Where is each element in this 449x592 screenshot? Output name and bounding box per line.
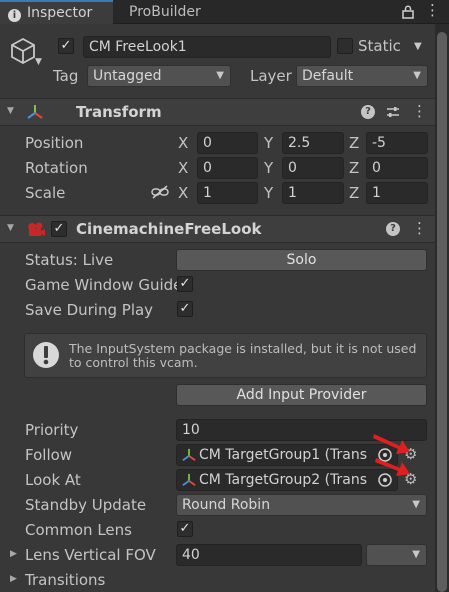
look-at-label: Look At: [25, 471, 81, 489]
kebab-menu-icon[interactable]: ⋮: [425, 1, 440, 19]
status-label: Status: Live: [25, 251, 114, 269]
save-during-play-label: Save During Play: [25, 301, 154, 319]
info-icon: i: [8, 9, 21, 22]
cinemachine-camera-icon: [28, 222, 45, 236]
annotation-arrows-icon: [373, 434, 410, 476]
tab-probuilder-label: ProBuilder: [129, 4, 201, 20]
scale-y-axis-label[interactable]: Y: [264, 184, 273, 202]
scale-x-field[interactable]: 1: [197, 182, 258, 204]
lens-fov-field[interactable]: 40: [176, 544, 362, 566]
transitions-label[interactable]: Transitions: [25, 571, 105, 589]
save-during-play-checkbox[interactable]: ✓: [177, 301, 193, 317]
tab-inspector[interactable]: i Inspector: [0, 0, 113, 24]
lens-fov-label: Lens Vertical FOV: [25, 546, 156, 564]
add-input-provider-button[interactable]: Add Input Provider: [176, 384, 427, 406]
follow-object-field[interactable]: CM TargetGroup1 (Trans: [176, 444, 398, 466]
position-label: Position: [25, 134, 84, 152]
foldout-expanded-icon[interactable]: ▼: [7, 106, 14, 116]
rotation-z-axis-label[interactable]: Z: [349, 159, 359, 177]
foldout-collapsed-icon[interactable]: ▶: [10, 574, 17, 584]
chevron-down-icon: ▼: [413, 70, 421, 81]
tag-dropdown[interactable]: Untagged ▼: [87, 65, 231, 87]
position-y-field[interactable]: 2.5: [282, 132, 344, 154]
scale-z-axis-label[interactable]: Z: [349, 184, 359, 202]
common-lens-label: Common Lens: [25, 521, 132, 539]
layer-label: Layer: [250, 67, 292, 85]
position-x-field[interactable]: 0: [197, 132, 258, 154]
foldout-expanded-icon[interactable]: ▼: [7, 223, 14, 233]
scale-y-field[interactable]: 1: [282, 182, 344, 204]
help-icon[interactable]: ?: [386, 222, 400, 236]
tab-bar: i Inspector ProBuilder ⋮: [0, 0, 449, 24]
follow-label: Follow: [25, 446, 73, 464]
rotation-z-field[interactable]: 0: [366, 157, 428, 179]
constrain-proportions-link-icon[interactable]: [151, 184, 169, 200]
game-window-guide-checkbox[interactable]: ✓: [177, 276, 193, 292]
static-label: Static: [358, 37, 401, 55]
layer-value: Default: [302, 68, 354, 84]
look-at-object-field[interactable]: CM TargetGroup2 (Trans: [176, 469, 398, 491]
lock-icon[interactable]: [401, 5, 415, 19]
tab-inspector-label: Inspector: [27, 5, 93, 21]
layer-dropdown[interactable]: Default ▼: [296, 65, 428, 87]
transform-title: Transform: [76, 103, 162, 121]
priority-label: Priority: [25, 421, 79, 439]
info-message-icon: [33, 342, 59, 368]
rotation-label: Rotation: [25, 159, 88, 177]
help-icon[interactable]: ?: [361, 105, 375, 119]
transform-axes-icon: [182, 473, 196, 486]
position-x-axis-label[interactable]: X: [178, 134, 188, 152]
position-z-axis-label[interactable]: Z: [349, 134, 359, 152]
rotation-y-axis-label[interactable]: Y: [264, 159, 273, 177]
active-checkbox[interactable]: ✓: [58, 38, 74, 54]
chevron-down-icon: ▼: [216, 70, 224, 81]
tab-probuilder[interactable]: ProBuilder: [118, 0, 228, 24]
rotation-x-axis-label[interactable]: X: [178, 159, 188, 177]
position-z-field[interactable]: -5: [366, 132, 428, 154]
tag-value: Untagged: [93, 68, 162, 84]
foldout-collapsed-icon[interactable]: ▶: [10, 549, 17, 559]
transform-axes-icon: [27, 105, 43, 119]
icon-dropdown-arrow-icon[interactable]: ▼: [35, 57, 42, 67]
freelook-title: CinemachineFreeLook: [76, 220, 262, 238]
component-menu-icon[interactable]: ⋮: [412, 102, 427, 120]
gameobject-cube-icon: [11, 37, 35, 65]
component-menu-icon[interactable]: ⋮: [412, 219, 427, 237]
standby-update-dropdown[interactable]: Round Robin ▼: [176, 494, 427, 516]
chevron-down-icon: ▼: [412, 499, 420, 510]
static-checkbox[interactable]: [337, 38, 353, 54]
solo-button[interactable]: Solo: [176, 249, 427, 271]
object-name-field[interactable]: CM FreeLook1: [83, 36, 331, 58]
scale-label: Scale: [25, 184, 66, 202]
rotation-x-field[interactable]: 0: [197, 157, 258, 179]
help-box-message: The InputSystem package is installed, bu…: [69, 341, 417, 370]
transform-axes-icon: [182, 448, 196, 461]
rotation-y-field[interactable]: 0: [282, 157, 344, 179]
static-dropdown-arrow-icon[interactable]: ▼: [414, 41, 422, 52]
position-y-axis-label[interactable]: Y: [264, 134, 273, 152]
lens-preset-dropdown[interactable]: ▼: [366, 544, 427, 566]
common-lens-checkbox[interactable]: ✓: [177, 521, 193, 537]
preset-sliders-icon[interactable]: [385, 104, 401, 120]
scale-z-field[interactable]: 1: [366, 182, 428, 204]
freelook-enabled-checkbox[interactable]: ✓: [51, 221, 67, 237]
tag-label: Tag: [53, 67, 79, 85]
standby-update-label: Standby Update: [25, 496, 147, 514]
scale-x-axis-label[interactable]: X: [178, 184, 188, 202]
game-window-guide-label: Game Window Guide: [25, 276, 183, 294]
chevron-down-icon: ▼: [412, 549, 420, 560]
standby-update-value: Round Robin: [182, 497, 271, 513]
scrollbar-thumb[interactable]: [437, 32, 447, 592]
